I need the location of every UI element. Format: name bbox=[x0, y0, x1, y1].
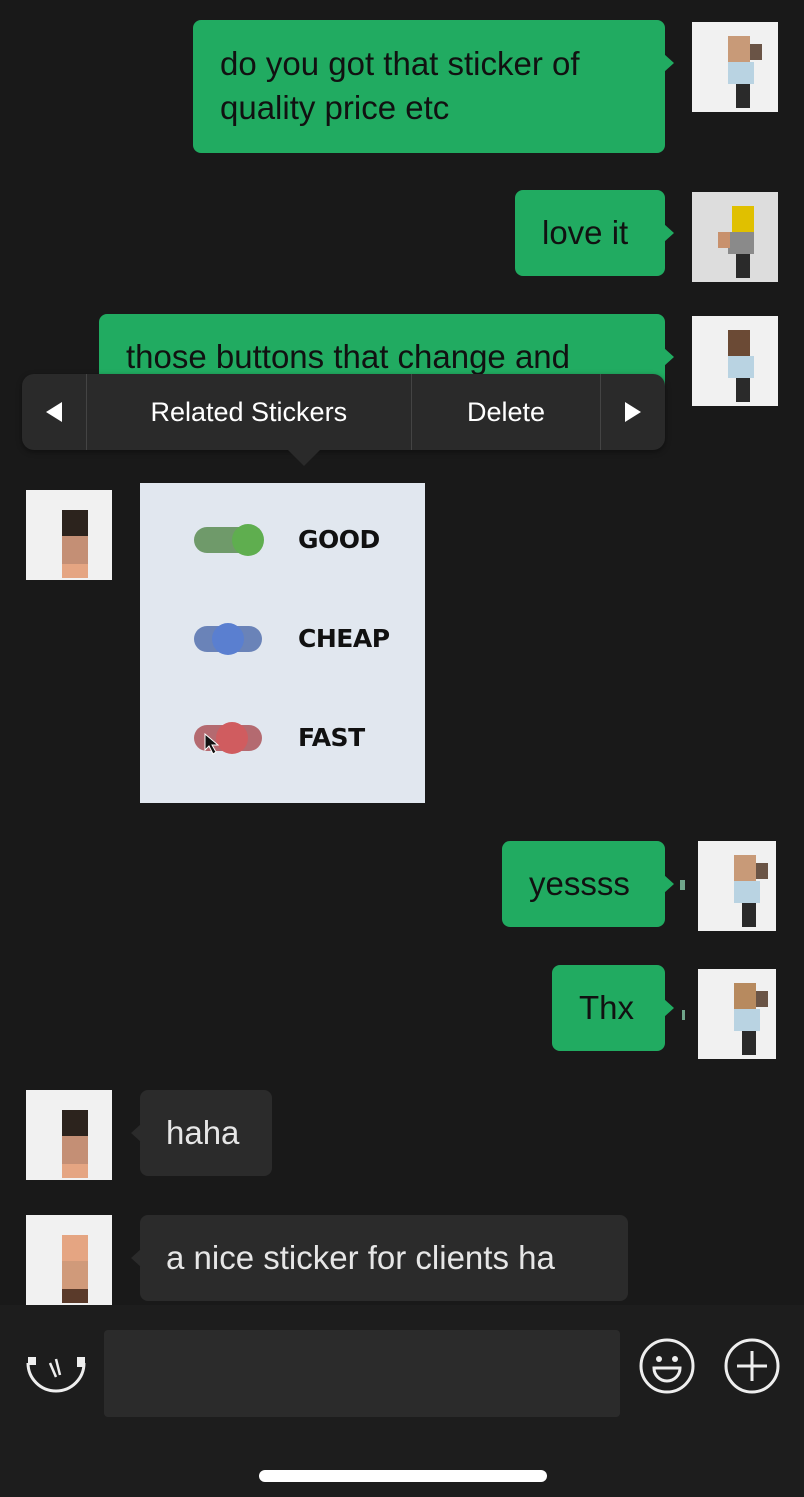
sticker-row-cheap: CHEAP bbox=[140, 622, 425, 662]
voice-button[interactable] bbox=[22, 1341, 86, 1399]
message-text: those buttons that change and bbox=[126, 338, 571, 375]
message-text: love it bbox=[542, 214, 629, 251]
chat-input-bar bbox=[0, 1305, 804, 1497]
home-indicator[interactable] bbox=[259, 1470, 547, 1482]
menu-item-delete[interactable]: Delete bbox=[412, 374, 602, 450]
message-outgoing[interactable]: do you got that sticker of quality price… bbox=[193, 20, 674, 153]
sticker-row-fast: FAST bbox=[140, 721, 425, 761]
message-outgoing[interactable]: Thx bbox=[552, 965, 674, 1051]
menu-item-related-stickers[interactable]: Related Stickers bbox=[87, 374, 412, 450]
message-text: haha bbox=[166, 1114, 240, 1151]
menu-item-label: Related Stickers bbox=[150, 396, 348, 427]
voice-icon bbox=[26, 1357, 86, 1393]
avatar[interactable] bbox=[698, 841, 776, 931]
sticker-label: GOOD bbox=[298, 525, 380, 554]
avatar[interactable] bbox=[26, 1215, 112, 1305]
add-button[interactable] bbox=[723, 1337, 781, 1395]
menu-next-button[interactable] bbox=[601, 374, 665, 450]
emoji-button[interactable] bbox=[638, 1337, 696, 1395]
plus-circle-icon bbox=[724, 1338, 780, 1394]
avatar[interactable] bbox=[692, 22, 778, 112]
smiley-icon bbox=[639, 1338, 695, 1394]
avatar[interactable] bbox=[692, 192, 778, 282]
message-outgoing[interactable]: yessss bbox=[502, 841, 674, 927]
cursor-arrow-icon bbox=[204, 733, 220, 755]
status-indicator bbox=[682, 1010, 685, 1020]
message-text-line: do you got that sticker of bbox=[220, 45, 580, 82]
sticker-label: CHEAP bbox=[298, 624, 390, 653]
sticker-label: FAST bbox=[298, 723, 365, 752]
avatar[interactable] bbox=[692, 316, 778, 406]
message-input[interactable] bbox=[104, 1330, 620, 1417]
message-text-line: quality price etc bbox=[220, 89, 450, 126]
toggle-track bbox=[194, 524, 264, 556]
avatar[interactable] bbox=[26, 490, 112, 580]
message-text: yessss bbox=[529, 865, 630, 902]
avatar[interactable] bbox=[26, 1090, 112, 1180]
menu-item-label: Delete bbox=[466, 396, 545, 427]
menu-prev-button[interactable] bbox=[22, 374, 87, 450]
avatar[interactable] bbox=[698, 969, 776, 1059]
message-text: a nice sticker for clients ha bbox=[166, 1239, 555, 1276]
toggle-knob bbox=[212, 623, 244, 655]
sticker-message[interactable]: GOOD CHEAP FAST bbox=[140, 483, 425, 803]
triangle-right-icon bbox=[625, 402, 642, 422]
toggle-knob bbox=[232, 524, 264, 556]
message-text: Thx bbox=[579, 989, 635, 1026]
message-context-menu: Related Stickers Delete bbox=[22, 374, 665, 466]
status-indicator bbox=[680, 880, 685, 890]
triangle-left-icon bbox=[45, 402, 62, 422]
sticker-row-good: GOOD bbox=[140, 523, 425, 563]
message-outgoing[interactable]: love it bbox=[515, 190, 674, 276]
toggle-track bbox=[194, 623, 262, 655]
message-incoming[interactable]: haha bbox=[131, 1090, 272, 1176]
message-incoming[interactable]: a nice sticker for clients ha bbox=[131, 1215, 628, 1301]
toggle-knob bbox=[216, 722, 248, 754]
